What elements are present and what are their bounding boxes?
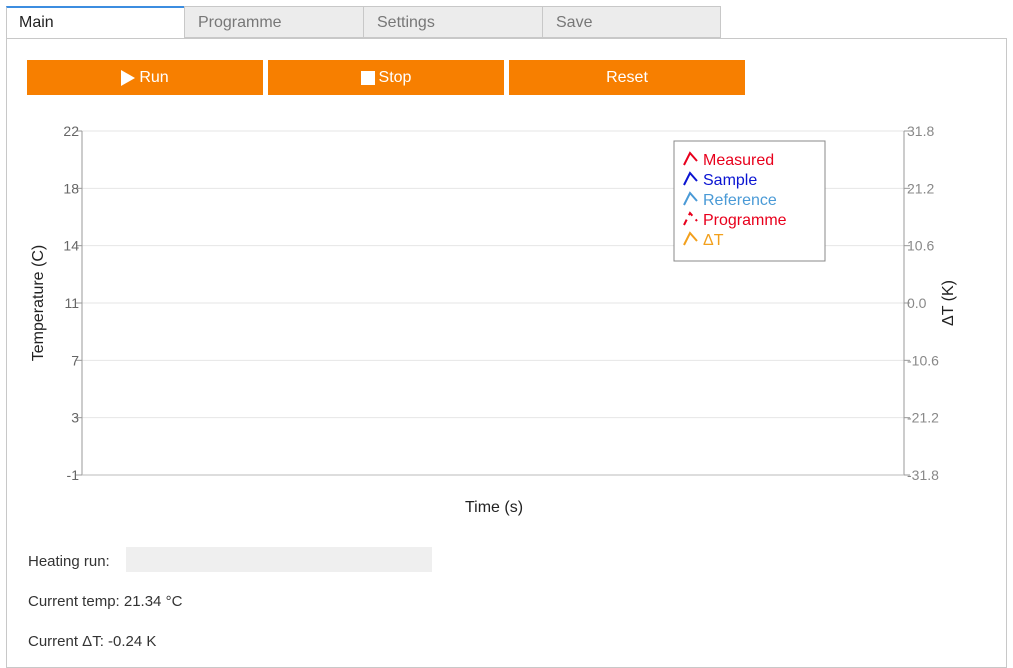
y2-tick-label: 31.8 (907, 123, 934, 139)
current-dt-text: Current ΔT: -0.24 K (28, 633, 157, 650)
legend-label: ΔT (703, 232, 724, 249)
y2-tick-label: -21.2 (907, 410, 939, 426)
y2-tick-label: 0.0 (907, 295, 927, 311)
y-tick-label: 7 (71, 352, 79, 368)
y-axis-label: Temperature (C) (30, 245, 47, 361)
x-axis-label: Time (s) (465, 499, 523, 516)
y-tick-label: 14 (63, 238, 79, 254)
y2-tick-label: -31.8 (907, 467, 939, 483)
current-temp-text: Current temp: 21.34 °C (28, 593, 183, 610)
legend-label: Sample (703, 172, 757, 189)
y2-axis-label: ΔT (K) (940, 280, 957, 326)
y2-tick-label: 10.6 (907, 238, 934, 254)
y-tick-label: -1 (67, 467, 80, 483)
legend-label: Programme (703, 212, 787, 229)
y2-tick-label: 21.2 (907, 180, 934, 196)
y-tick-label: 11 (64, 295, 79, 311)
legend-label: Measured (703, 152, 774, 169)
y-tick-label: 18 (63, 180, 79, 196)
y-tick-label: 3 (71, 410, 79, 426)
temperature-chart: 22 18 14 11 7 3 -1 31.8 21.2 10.6 0.0 -10.6 -21.2 -3… (30, 123, 957, 516)
y2-tick-label: -10.6 (907, 352, 939, 368)
y-tick-label: 22 (63, 123, 79, 139)
legend-label: Reference (703, 192, 777, 209)
legend: Measured Sample Reference Programme ΔT (673, 140, 826, 262)
heating-run-label: Heating run: (28, 553, 110, 570)
heating-progress-bar (126, 547, 432, 572)
